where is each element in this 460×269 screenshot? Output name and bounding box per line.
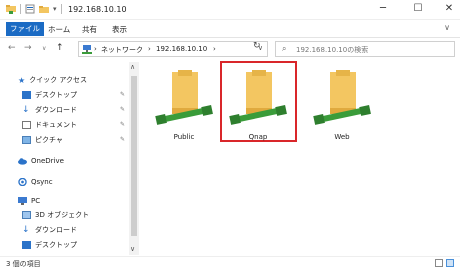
network-share-folder-icon <box>155 70 213 125</box>
nav-item-label: ダウンロード <box>35 106 77 114</box>
nav-item-label: デスクトップ <box>35 241 77 249</box>
nav-item-label: Qsync <box>31 178 53 186</box>
desktop-icon <box>22 241 31 249</box>
folder-name: Public <box>173 133 195 141</box>
folder-item[interactable]: Qnap <box>226 68 290 146</box>
scroll-up-icon[interactable]: ∧ <box>130 63 135 71</box>
search-input[interactable]: ⌕ 192.168.10.10の検索 <box>275 41 455 57</box>
properties-icon[interactable] <box>25 4 35 14</box>
nav-item-label: OneDrive <box>31 157 64 165</box>
nav-item-label: PC <box>31 197 41 205</box>
pin-icon[interactable]: ✎ <box>120 121 125 128</box>
network-folder-icon <box>6 5 16 14</box>
nav-item-pc-desktop[interactable]: デスクトップ <box>22 239 77 251</box>
download-arrow-icon: ↓ <box>22 105 30 115</box>
folder-item[interactable]: Web <box>310 68 374 146</box>
title-bar: ▾ 192.168.10.10 ─ ☐ ✕ <box>0 0 460 20</box>
nav-item-documents[interactable]: ドキュメント <box>22 119 77 131</box>
tab-view[interactable]: 表示 <box>108 23 131 36</box>
separator <box>20 4 21 14</box>
folder-name: Qnap <box>248 133 268 141</box>
nav-item-qsync[interactable]: Qsync <box>18 176 53 188</box>
address-bar[interactable]: › ネットワーク › 192.168.10.10 › ∨ <box>78 41 268 57</box>
nav-item-downloads[interactable]: ↓ ダウンロード <box>22 104 77 116</box>
back-button[interactable]: ← <box>8 43 16 53</box>
navigation-pane: ★ クイック アクセス デスクトップ ✎ ↓ ダウンロード ✎ ドキュメント ✎… <box>0 62 128 255</box>
refresh-icon[interactable]: ↻ <box>253 41 261 51</box>
folder-item[interactable]: Public <box>152 68 216 146</box>
picture-icon <box>22 136 31 144</box>
pin-icon[interactable]: ✎ <box>120 91 125 98</box>
large-icons-view-icon[interactable] <box>446 259 454 267</box>
chevron-down-icon[interactable]: ∨ <box>444 23 450 32</box>
nav-item-label: デスクトップ <box>35 91 77 99</box>
network-icon <box>82 45 92 54</box>
tab-share[interactable]: 共有 <box>78 23 101 36</box>
breadcrumb-separator[interactable]: › <box>213 45 216 53</box>
minimize-button[interactable]: ─ <box>376 3 390 14</box>
tab-file[interactable]: ファイル <box>6 22 44 36</box>
tab-home[interactable]: ホーム <box>44 23 74 36</box>
breadcrumb-separator[interactable]: › <box>94 45 97 53</box>
star-icon: ★ <box>18 75 26 85</box>
view-switcher <box>435 259 454 267</box>
nav-item-pc[interactable]: PC <box>18 195 40 207</box>
breadcrumb-host[interactable]: 192.168.10.10 <box>156 45 207 53</box>
document-icon <box>22 121 31 129</box>
item-count: 3 個の項目 <box>6 260 41 268</box>
network-share-folder-icon <box>313 70 371 125</box>
breadcrumb-separator[interactable]: › <box>148 45 151 53</box>
network-share-folder-icon <box>229 70 287 125</box>
separator <box>60 4 62 14</box>
breadcrumb-network[interactable]: ネットワーク <box>101 45 143 55</box>
nav-item-label: クイック アクセス <box>29 76 88 84</box>
file-list: Public Qnap Web <box>140 61 460 255</box>
cloud-icon <box>18 158 27 165</box>
pin-icon[interactable]: ✎ <box>120 136 125 143</box>
customize-dropdown-icon[interactable]: ▾ <box>53 5 57 13</box>
address-row: ← → ∨ ↑ › ネットワーク › 192.168.10.10 › ∨ ↻ ⌕… <box>0 38 460 60</box>
scroll-down-icon[interactable]: ∨ <box>130 245 135 253</box>
nav-item-3d-objects[interactable]: 3D オブジェクト <box>22 209 89 221</box>
folder-name: Web <box>334 133 350 141</box>
details-view-icon[interactable] <box>435 259 443 267</box>
search-placeholder: 192.168.10.10の検索 <box>296 46 369 54</box>
nav-item-desktop[interactable]: デスクトップ <box>22 89 77 101</box>
scroll-thumb[interactable] <box>131 76 137 236</box>
pin-icon[interactable]: ✎ <box>120 106 125 113</box>
desktop-icon <box>22 91 31 99</box>
download-arrow-icon: ↓ <box>22 225 30 235</box>
nav-item-label: ピクチャ <box>35 136 63 144</box>
status-bar: 3 個の項目 <box>0 256 460 269</box>
maximize-button[interactable]: ☐ <box>411 3 425 14</box>
quick-access-toolbar: ▾ <box>6 4 62 14</box>
forward-button[interactable]: → <box>24 43 32 53</box>
nav-item-label: ドキュメント <box>35 121 77 129</box>
window-title: 192.168.10.10 <box>68 5 127 14</box>
recent-locations-button[interactable]: ∨ <box>42 45 46 52</box>
nav-item-pictures[interactable]: ピクチャ <box>22 134 63 146</box>
close-button[interactable]: ✕ <box>442 3 456 14</box>
ribbon: ファイル ホーム 共有 表示 ∨ <box>0 20 460 38</box>
nav-item-label: 3D オブジェクト <box>35 211 90 219</box>
nav-item-pc-downloads[interactable]: ↓ ダウンロード <box>22 224 77 236</box>
nav-item-label: ダウンロード <box>35 226 77 234</box>
up-button[interactable]: ↑ <box>56 43 64 53</box>
nav-item-quick-access[interactable]: ★ クイック アクセス <box>18 74 87 86</box>
nav-item-onedrive[interactable]: OneDrive <box>18 155 64 167</box>
search-icon: ⌕ <box>282 44 287 53</box>
cube-icon <box>22 211 31 219</box>
qsync-icon <box>18 178 27 186</box>
nav-scrollbar[interactable]: ∧ ∨ <box>129 62 139 255</box>
new-folder-icon[interactable] <box>39 4 49 14</box>
computer-icon <box>18 197 27 205</box>
